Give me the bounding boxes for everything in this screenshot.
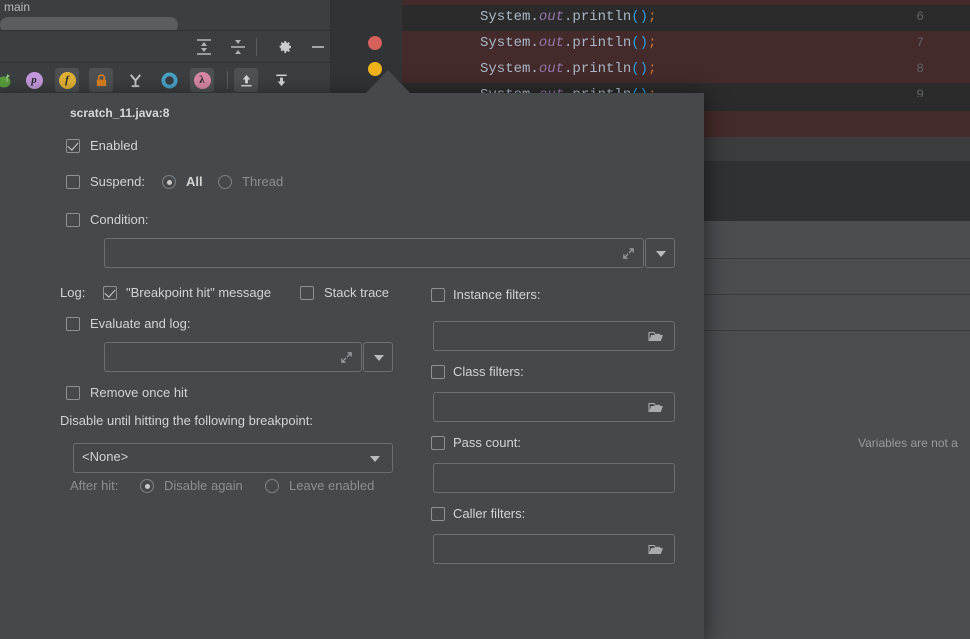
expand-editor-icon[interactable] [622,247,635,260]
editor-overflow-strip-2 [703,111,970,137]
editor-overflow-strip-1 [703,97,970,111]
after-hit-disable-again-radio[interactable] [140,479,154,493]
settings-gear-icon[interactable] [274,37,294,57]
instance-filters-input[interactable] [433,321,675,351]
java-field-watchpoint-icon[interactable]: f [55,68,79,92]
evaluate-and-log-checkbox[interactable] [66,317,80,331]
java-exception-breakpoint-icon[interactable] [0,68,17,92]
class-filters-input[interactable] [433,392,675,422]
hide-panel-icon[interactable] [308,37,328,57]
log-stack-trace-label: Stack trace [324,285,390,300]
suspend-label: Suspend: [90,174,145,189]
breakpoint-marker-line-7[interactable] [368,36,382,50]
remove-once-hit-checkbox[interactable] [66,386,80,400]
editor-overflow-strip-4 [703,161,970,221]
chevron-down-icon-3 [370,456,380,462]
mute-breakpoints-icon[interactable] [234,68,258,92]
chevron-down-icon [656,251,666,257]
caller-filters-input[interactable] [433,534,675,564]
popup-title: scratch_11.java:8 [70,106,170,120]
log-label: Log: [60,285,86,300]
line-number-7: 7 [916,35,924,50]
after-hit-label: After hit: [70,478,119,493]
evaluate-and-log-input[interactable] [104,342,362,372]
java-lock-breakpoint-icon[interactable] [89,68,113,92]
condition-history-dropdown[interactable] [645,238,675,268]
code-editor: System.out.println(); System.out.println… [330,0,970,97]
collapse-all-icon[interactable] [228,37,248,57]
popup-pointer-arrow [365,70,411,94]
code-line-8-row[interactable]: System.out.println(); [402,57,970,83]
code-line-7-row[interactable]: System.out.println(); [402,31,970,57]
folder-icon-3[interactable] [648,543,664,556]
log-breakpoint-hit-checkbox[interactable] [103,286,117,300]
instance-filters-label: Instance filters: [453,287,541,302]
code-line-6-row[interactable]: System.out.println(); [402,5,970,31]
chevron-down-icon-2 [374,355,384,361]
line-number-8: 8 [916,61,924,76]
caller-filters-label: Caller filters: [453,506,526,521]
log-stack-trace-checkbox[interactable] [300,286,314,300]
log-breakpoint-hit-label: "Breakpoint hit" message [126,285,272,300]
code-line-7-text: System.out.println(); [480,35,657,51]
disable-until-dropdown[interactable]: <None> [73,443,393,473]
expand-all-icon[interactable] [194,37,214,57]
enabled-checkbox[interactable] [66,139,80,153]
after-hit-disable-again-label: Disable again [164,478,243,493]
frame-label: main [4,0,31,14]
suspend-checkbox[interactable] [66,175,80,189]
disable-until-value: <None> [82,449,129,464]
breakpoint-settings-popup: scratch_11.java:8 Enabled Suspend: All T… [0,93,704,639]
evaluate-and-log-history-dropdown[interactable] [363,342,393,372]
suspend-thread-label: Thread [242,174,284,189]
javascript-breakpoint-icon[interactable] [157,68,181,92]
evaluate-and-log-label: Evaluate and log: [90,316,191,331]
condition-label: Condition: [90,212,149,227]
lambda-breakpoint-icon[interactable]: λ [190,68,214,92]
after-hit-leave-enabled-label: Leave enabled [289,478,375,493]
pass-count-label: Pass count: [453,435,521,450]
line-number-6: 6 [916,9,924,24]
java-method-breakpoint-icon[interactable] [123,68,147,92]
condition-input[interactable] [104,238,644,268]
suspend-all-radio[interactable] [162,175,176,189]
condition-checkbox[interactable] [66,213,80,227]
suspend-all-label: All [186,174,203,189]
class-filters-label: Class filters: [453,364,524,379]
editor-overflow-strip-3 [703,137,970,161]
class-filters-checkbox[interactable] [431,365,445,379]
instance-filters-checkbox[interactable] [431,288,445,302]
python-breakpoint-icon[interactable]: p [22,68,46,92]
pass-count-input[interactable] [433,463,675,493]
variables-row-separator-2 [703,294,970,295]
code-line-6-text: System.out.println(); [480,9,657,25]
expand-editor-icon-2[interactable] [340,351,353,364]
variables-empty-message: Variables are not a [858,436,958,450]
pass-count-checkbox[interactable] [431,436,445,450]
ide-window: main p f λ System.out.println(); System.… [0,0,970,639]
enabled-label: Enabled [90,138,138,153]
suspend-thread-radio[interactable] [218,175,232,189]
after-hit-leave-enabled-radio[interactable] [265,479,279,493]
code-line-8-text: System.out.println(); [480,61,657,77]
restore-breakpoints-icon[interactable] [269,68,293,92]
variables-row-separator-1 [703,258,970,259]
disable-until-label: Disable until hitting the following brea… [60,413,313,428]
line-number-9: 9 [916,87,924,97]
variables-row-separator-3 [703,330,970,331]
caller-filters-checkbox[interactable] [431,507,445,521]
breakpoint-toolbar-divider [227,71,228,89]
folder-icon-2[interactable] [648,401,664,414]
remove-once-hit-label: Remove once hit [90,385,188,400]
toolbar-divider [256,38,257,56]
folder-icon-1[interactable] [648,330,664,343]
